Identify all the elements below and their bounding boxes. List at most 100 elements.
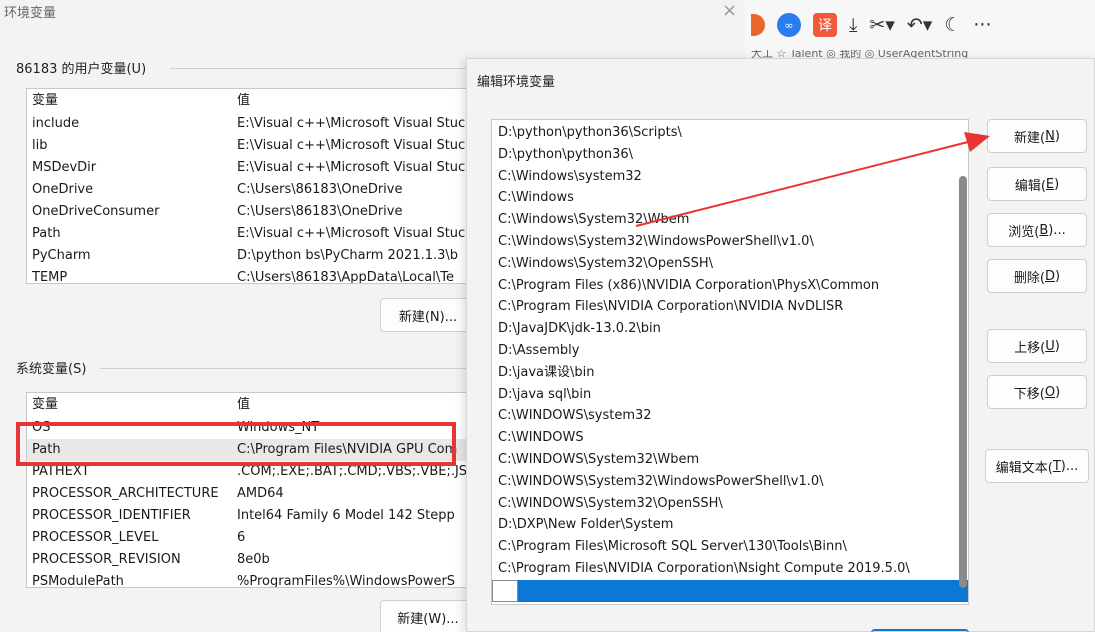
list-item[interactable]: C:\Program Files\NVIDIA Corporation\NVID… [492,296,968,318]
delete-button[interactable]: 删除(D) [987,259,1087,293]
var-name-cell: include [32,116,80,131]
scissors-icon[interactable]: ✂▾ [869,14,894,36]
var-name-cell: OneDriveConsumer [32,204,160,219]
table-row[interactable]: PROCESSOR_LEVEL 6 [27,527,475,549]
table-row[interactable]: PyCharm D:\python bs\PyCharm 2021.1.3\b [27,245,475,267]
table-row[interactable]: include E:\Visual c++\Microsoft Visual St… [27,113,475,135]
edit-text-button-key: T [1052,458,1061,474]
browse-button-key: B [1039,222,1049,238]
table-row[interactable]: OneDriveConsumer C:\Users\86183\OneDrive [27,201,475,223]
table-row[interactable]: PROCESSOR_IDENTIFIER Intel64 Family 6 Mod… [27,505,475,527]
close-icon[interactable]: × [722,0,737,21]
list-item[interactable]: C:\Program Files (x86)\NVIDIA Corporatio… [492,275,968,297]
list-item[interactable]: D:\DXP\New Folder\System [492,514,968,536]
table-row[interactable]: Path E:\Visual c++\Microsoft Visual Stuc [27,223,475,245]
var-name-cell: OneDrive [32,182,94,197]
download-icon[interactable]: ⤓ [849,14,857,36]
list-item[interactable]: D:\Assembly [492,340,968,362]
list-item[interactable]: C:\Windows\System32\OpenSSH\ [492,253,968,275]
edit-button[interactable]: 编辑(E) [987,167,1087,201]
col-header-value[interactable]: 值 [235,89,475,113]
list-item[interactable]: C:\WINDOWS [492,427,968,449]
user-vars-section-label: 86183 的用户变量(U) [16,62,147,77]
link-icon[interactable]: ∞ [777,13,801,37]
var-value-cell: C:\Users\86183\OneDrive [237,204,403,219]
move-up-button-key: U [1045,338,1055,354]
env-dialog-title: 环境变量 [4,6,57,21]
list-item[interactable]: C:\Program Files\NVIDIA Corporation\Nsig… [492,558,968,580]
table-header: 变量 值 [27,89,475,113]
extension-icon[interactable] [751,14,765,36]
path-highlight-box [16,422,456,466]
browser-toolbar: ∞ 译 ⤓ ✂▾ ↶▾ ☾ ··· [745,0,1095,50]
user-vars-table[interactable]: 变量 值 include E:\Visual c++\Microsoft Visu… [26,88,476,284]
move-up-button-end: ) [1054,338,1060,354]
table-row[interactable]: PROCESSOR_REVISION 8e0b [27,549,475,571]
edit-button-key: E [1045,176,1055,192]
list-item[interactable]: D:\python\python36\ [492,144,968,166]
list-item[interactable]: D:\python\python36\Scripts\ [492,122,968,144]
var-value-cell: E:\Visual c++\Microsoft Visual Stuc [237,226,466,241]
table-row[interactable]: MSDevDir E:\Visual c++\Microsoft Visual S… [27,157,475,179]
path-selection[interactable] [518,579,968,602]
table-row[interactable]: lib E:\Visual c++\Microsoft Visual Stuc [27,135,475,157]
list-item[interactable]: C:\Windows\system32 [492,166,968,188]
list-item[interactable]: C:\Windows [492,187,968,209]
table-row[interactable]: PSModulePath %ProgramFiles%\WindowsPowerS [27,571,475,588]
undo-icon[interactable]: ↶▾ [907,14,932,36]
system-vars-section-label: 系统变量(S) [16,362,87,377]
list-item[interactable]: C:\WINDOWS\System32\WindowsPowerShell\v1… [492,471,968,493]
var-value-cell: C:\Users\86183\OneDrive [237,182,403,197]
list-item[interactable]: C:\WINDOWS\system32 [492,405,968,427]
var-name-cell: PROCESSOR_ARCHITECTURE [32,486,219,501]
edit-env-var-dialog: 编辑环境变量 D:\python\python36\Scripts\ D:\pyt… [466,58,1095,632]
var-value-cell: C:\Users\86183\AppData\Local\Te [237,270,454,284]
move-up-button-label: 上移( [1014,340,1046,356]
list-item[interactable]: C:\WINDOWS\System32\OpenSSH\ [492,493,968,515]
var-value-cell: 6 [237,530,246,545]
delete-button-label: 删除( [1013,270,1045,286]
var-name-cell: PROCESSOR_IDENTIFIER [32,508,191,523]
browse-button[interactable]: 浏览(B)... [987,213,1087,247]
path-list[interactable]: D:\python\python36\Scripts\ D:\python\pyt… [491,119,969,605]
moon-icon[interactable]: ☾ [944,14,961,36]
table-row[interactable]: PROCESSOR_ARCHITECTURE AMD64 [27,483,475,505]
table-row[interactable]: OneDrive C:\Users\86183\OneDrive [27,179,475,201]
browse-button-end: )... [1048,222,1066,238]
var-value-cell: 8e0b [237,552,270,567]
edit-text-button[interactable]: 编辑文本(T)... [985,449,1089,483]
new-button-label: 新建( [1014,130,1046,146]
list-item[interactable]: C:\Program Files\Microsoft SQL Server\13… [492,536,968,558]
move-down-button-label: 下移( [1013,386,1045,402]
list-item[interactable]: C:\Windows\System32\WindowsPowerShell\v1… [492,231,968,253]
path-text-input[interactable] [492,579,518,602]
table-row[interactable]: TEMP C:\Users\86183\AppData\Local\Te [27,267,475,284]
list-item[interactable]: D:\java课设\bin [492,362,968,384]
edit-button-label: 编辑( [1014,178,1046,194]
user-new-button[interactable]: 新建(N)... [380,298,476,332]
col-header-var[interactable]: 变量 [27,89,235,113]
divider [170,68,470,69]
list-item[interactable]: D:\java sql\bin [492,384,968,406]
list-item[interactable]: D:\JavaJDK\jdk-13.0.2\bin [492,318,968,340]
new-path-entry[interactable] [492,579,968,602]
list-item[interactable]: C:\WINDOWS\System32\Wbem [492,449,968,471]
col-header-var[interactable]: 变量 [27,393,235,417]
var-value-cell: Intel64 Family 6 Model 142 Stepp [237,508,455,523]
var-value-cell: E:\Visual c++\Microsoft Visual Stuc [237,116,466,131]
var-name-cell: Path [32,226,61,241]
scrollbar[interactable] [959,176,967,588]
var-name-cell: PSModulePath [32,574,124,588]
move-up-button[interactable]: 上移(U) [987,329,1087,363]
edit-dialog-title: 编辑环境变量 [477,75,556,90]
var-value-cell: E:\Visual c++\Microsoft Visual Stuc [237,138,466,153]
list-item[interactable]: C:\Windows\System32\Wbem [492,209,968,231]
translate-icon[interactable]: 译 [813,13,837,37]
edit-button-end: ) [1054,176,1060,192]
new-button[interactable]: 新建(N) [987,119,1087,153]
system-new-button[interactable]: 新建(W)... [380,600,476,632]
move-down-button[interactable]: 下移(O) [987,375,1087,409]
more-icon[interactable]: ··· [973,14,991,36]
col-header-value[interactable]: 值 [235,393,475,417]
divider [100,368,470,369]
